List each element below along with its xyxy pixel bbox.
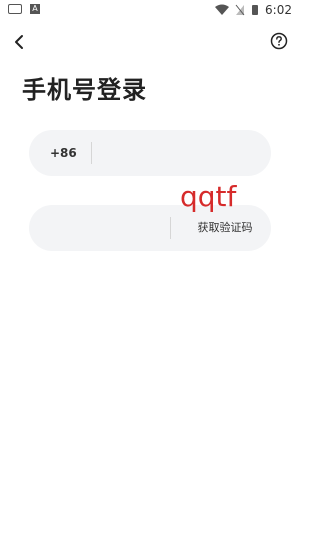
help-icon[interactable] xyxy=(270,32,288,50)
no-signal-icon xyxy=(235,4,245,16)
divider xyxy=(91,142,92,164)
back-arrow-icon[interactable] xyxy=(8,30,32,54)
phone-field[interactable]: +86 xyxy=(29,130,271,178)
clock: 6:02 xyxy=(265,3,292,17)
watermark-text: qqtf xyxy=(180,180,237,213)
status-bar: A 6:02 xyxy=(0,0,300,22)
country-code[interactable]: +86 xyxy=(50,130,77,176)
page-title: 手机号登录 xyxy=(22,76,147,104)
battery-icon xyxy=(252,5,259,15)
wifi-icon xyxy=(215,4,230,15)
text-icon: A xyxy=(30,4,40,14)
divider xyxy=(170,217,171,239)
phone-input[interactable] xyxy=(101,130,265,178)
keyboard-icon xyxy=(8,4,22,14)
verification-code-input[interactable] xyxy=(47,205,166,253)
